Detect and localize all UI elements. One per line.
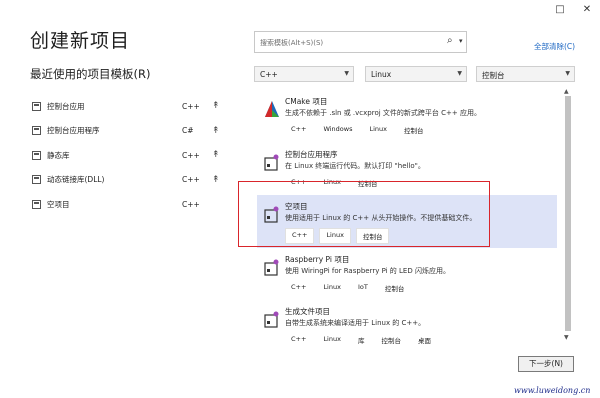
- template-tags: C++ Windows Linux 控制台: [285, 123, 429, 137]
- recent-item-lang: C#: [182, 126, 194, 136]
- scroll-up-icon[interactable]: ▲: [564, 88, 569, 95]
- recent-item-empty-project[interactable]: 空项目 C++: [30, 192, 228, 217]
- tag: Linux: [323, 282, 341, 291]
- template-makefile-project[interactable]: 生成文件项目 自带生成系统来编译适用于 Linux 的 C++。 C++ Lin…: [257, 300, 557, 353]
- platform-filter[interactable]: Linux ▼: [365, 66, 467, 82]
- template-tags: C++ Linux 库 控制台 桌面: [285, 333, 437, 347]
- recent-templates-heading: 最近使用的项目模板(R): [30, 67, 151, 81]
- template-cmake[interactable]: CMake 项目 生成不依赖于 .sln 或 .vcxproj 文件的新式跨平台…: [257, 90, 557, 143]
- page-title: 创建新项目: [30, 30, 131, 52]
- tag: 桌面: [417, 337, 431, 345]
- recent-item-lang: C++: [182, 199, 200, 209]
- search-placeholder: 搜索模板(Alt+S)(S): [260, 39, 324, 47]
- linux-project-icon: [264, 154, 279, 171]
- clear-all-link[interactable]: 全部清除(C): [534, 41, 575, 52]
- pin-icon[interactable]: ↟: [212, 150, 220, 160]
- template-description: 使用 WiringPi for Raspberry Pi 的 LED 闪烁应用。: [285, 266, 450, 275]
- chevron-down-icon: ▼: [457, 70, 462, 77]
- tag: 控制台: [384, 284, 405, 293]
- template-name: CMake 项目: [285, 97, 328, 106]
- template-raspberry-pi[interactable]: Raspberry Pi 项目 使用 WiringPi for Raspberr…: [257, 248, 557, 301]
- watermark: www.luweidong.cn: [514, 386, 591, 395]
- recent-templates-list: 控制台应用 C++ ↟ 控制台应用程序 C# ↟ 静态库 C++ ↟ 动态链接库…: [30, 94, 228, 217]
- recent-item-label: 控制台应用程序: [47, 126, 100, 136]
- search-dropdown-icon[interactable]: ▾: [459, 37, 463, 45]
- pin-icon[interactable]: ↟: [212, 175, 220, 185]
- tag: Linux: [323, 335, 341, 343]
- project-type-filter-value: 控制台: [482, 71, 505, 80]
- recent-item-lang: C++: [182, 150, 200, 160]
- tag: C++: [291, 335, 307, 343]
- recent-item-label: 控制台应用: [47, 101, 85, 111]
- tag: 控制台: [381, 337, 401, 345]
- language-filter-value: C++: [260, 70, 278, 79]
- console-icon: [32, 126, 41, 136]
- recent-item-label: 空项目: [47, 199, 70, 209]
- chevron-down-icon: ▼: [344, 70, 349, 77]
- template-name: 控制台应用程序: [285, 149, 338, 159]
- template-description: 在 Linux 终端运行代码。默认打印 "hello"。: [285, 161, 425, 170]
- recent-item-lang: C++: [182, 101, 200, 111]
- recent-item-console-app-csharp[interactable]: 控制台应用程序 C# ↟: [30, 119, 228, 144]
- scrollbar-thumb[interactable]: [565, 96, 571, 331]
- pin-icon[interactable]: ↟: [212, 101, 220, 111]
- project-type-filter[interactable]: 控制台 ▼: [476, 66, 575, 82]
- tag: Windows: [323, 125, 353, 133]
- template-name: Raspberry Pi 项目: [285, 254, 350, 264]
- recent-item-console-app[interactable]: 控制台应用 C++ ↟: [30, 94, 228, 119]
- scroll-down-icon[interactable]: ▼: [564, 334, 569, 341]
- linux-project-icon: [264, 259, 279, 276]
- platform-filter-value: Linux: [371, 70, 392, 79]
- tag: Linux: [369, 125, 387, 133]
- template-name: 生成文件项目: [285, 307, 330, 316]
- cmake-icon: [265, 101, 279, 117]
- recent-item-static-lib[interactable]: 静态库 C++ ↟: [30, 143, 228, 168]
- linux-project-icon: [264, 311, 279, 328]
- recent-item-dll[interactable]: 动态链接库(DLL) C++ ↟: [30, 168, 228, 193]
- recent-item-label: 动态链接库(DLL): [47, 175, 105, 185]
- tag: IoT: [357, 282, 368, 291]
- close-icon[interactable]: ✕: [577, 2, 597, 18]
- maximize-icon[interactable]: □: [550, 2, 570, 18]
- tag: C++: [291, 125, 307, 133]
- tag: C++: [291, 282, 307, 291]
- template-tags: C++ Linux IoT 控制台: [285, 281, 410, 295]
- recent-item-lang: C++: [182, 175, 200, 185]
- console-icon: [32, 101, 41, 111]
- search-icon[interactable]: ⌕: [447, 35, 453, 46]
- template-description: 生成不依赖于 .sln 或 .vcxproj 文件的新式跨平台 C++ 应用。: [285, 109, 481, 117]
- pin-icon[interactable]: ↟: [212, 126, 220, 136]
- search-input[interactable]: 搜索模板(Alt+S)(S) ⌕ ▾: [254, 31, 467, 53]
- highlight-box: [238, 181, 490, 247]
- template-description: 自带生成系统来编译适用于 Linux 的 C++。: [285, 319, 426, 327]
- language-filter[interactable]: C++ ▼: [254, 66, 354, 82]
- tag: 库: [357, 337, 365, 345]
- dll-icon: [32, 175, 41, 185]
- chevron-down-icon: ▼: [565, 70, 570, 77]
- next-button[interactable]: 下一步(N): [518, 356, 574, 372]
- library-icon: [32, 150, 41, 160]
- tag: 控制台: [403, 127, 424, 135]
- recent-item-label: 静态库: [47, 150, 70, 160]
- empty-project-icon: [32, 199, 41, 209]
